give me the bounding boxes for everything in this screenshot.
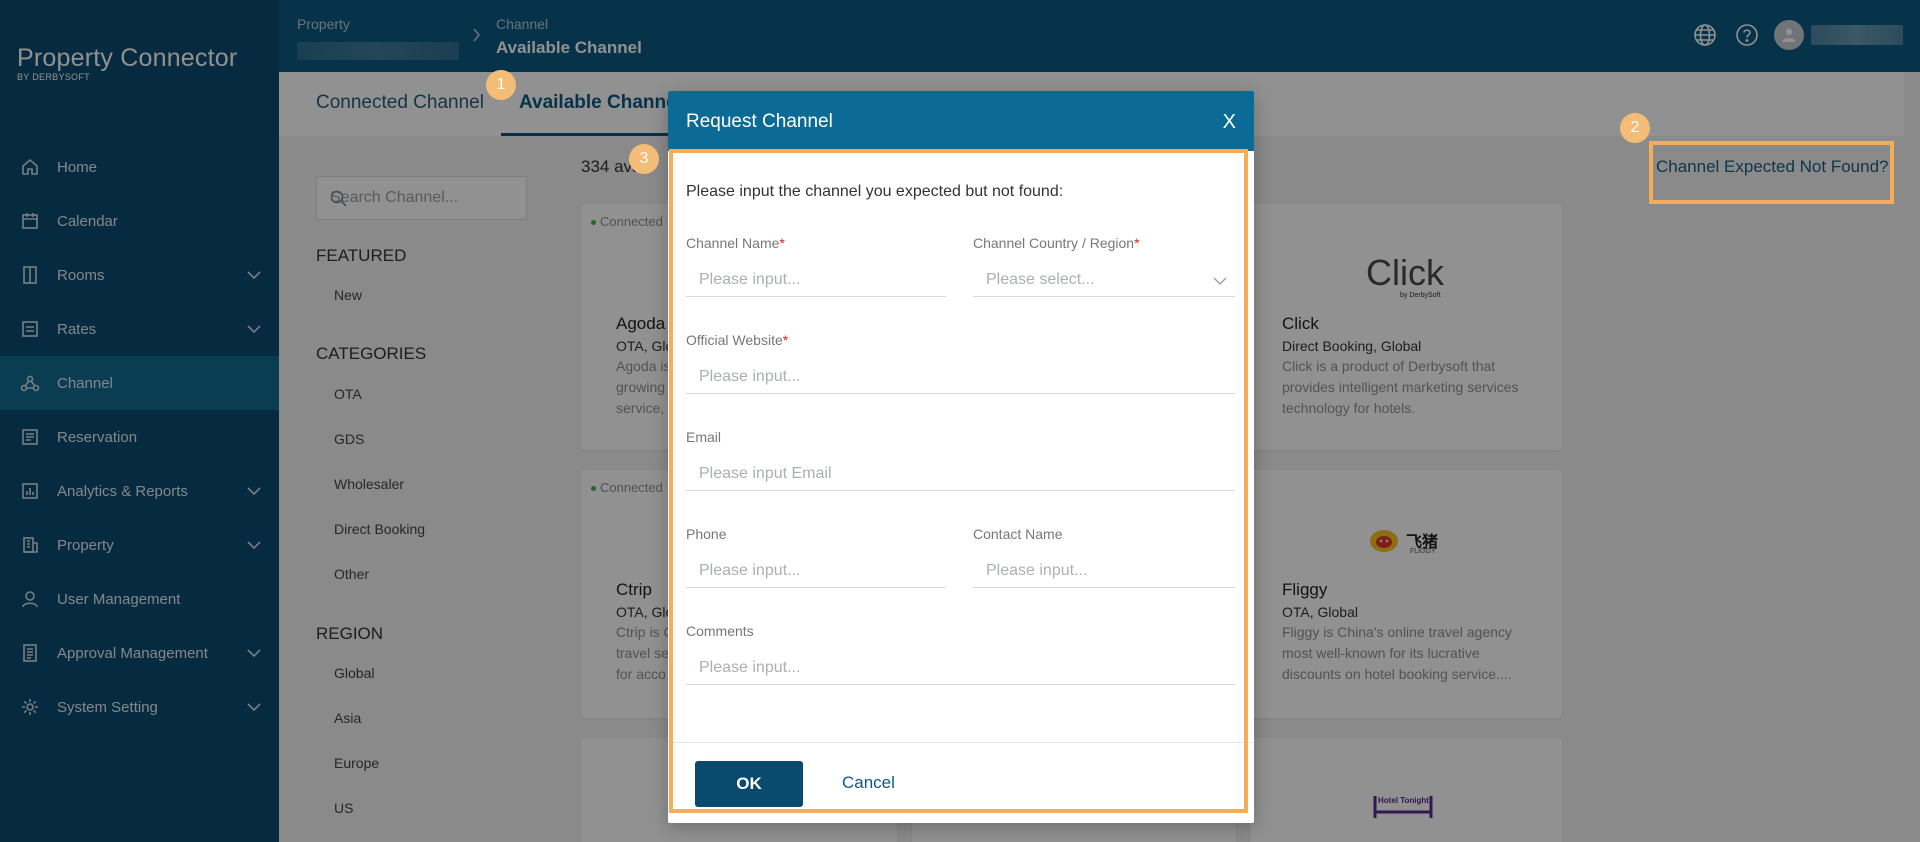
dialog-title: Request Channel: [686, 111, 833, 132]
dialog-header: Request Channel X: [668, 91, 1254, 151]
highlight-frame-dialog: [669, 149, 1248, 813]
step-badge-1: 1: [486, 70, 516, 100]
step-badge-3: 3: [629, 144, 659, 174]
close-icon[interactable]: X: [1223, 112, 1236, 132]
step-badge-2: 2: [1620, 113, 1650, 143]
highlight-frame-link: [1649, 141, 1894, 204]
